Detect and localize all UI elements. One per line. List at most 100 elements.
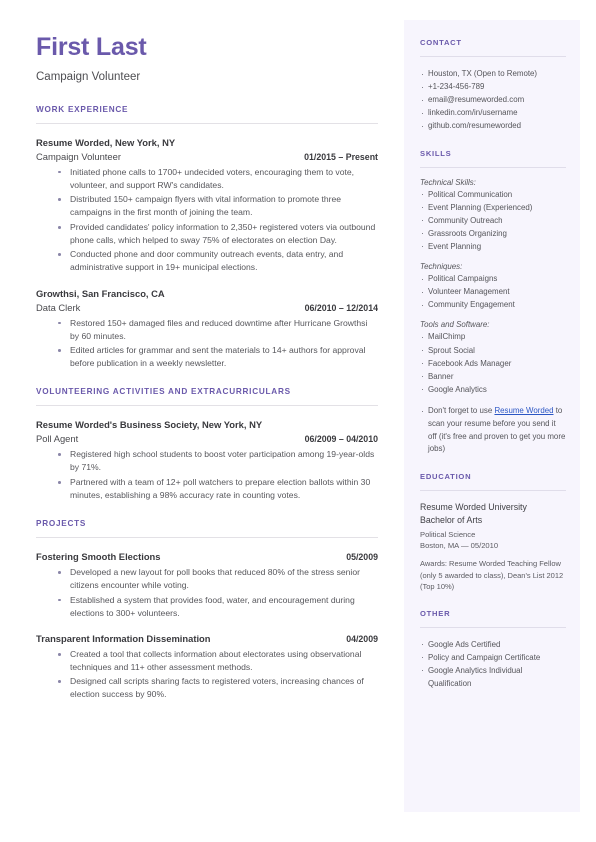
contact-item: Houston, TX (Open to Remote)	[420, 66, 566, 81]
education-location: Boston, MA — 05/2010	[420, 541, 499, 551]
contact-item: +1-234-456-789	[420, 80, 566, 95]
skills-group: Tools and Software:MailChimpSprout Socia…	[420, 320, 566, 397]
bullet-item: Partnered with a team of 12+ poll watche…	[58, 476, 378, 502]
other-item: Google Analytics Individual Qualificatio…	[420, 663, 566, 690]
skill-item: Community Engagement	[420, 298, 566, 313]
resume-entry: Fostering Smooth Elections 05/2009 Develop…	[36, 551, 378, 620]
education-section: EDUCATION Resume Worded University Bache…	[420, 472, 566, 592]
entry-organization: Resume Worded's Business Society, New Yo…	[36, 419, 263, 431]
resume-entry: Transparent Information Dissemination 04/…	[36, 633, 378, 702]
bullet-item: Conducted phone and door community outre…	[58, 248, 378, 274]
entry-title: Campaign Volunteer	[36, 150, 121, 162]
entry-organization: Resume Worded, New York, NY	[36, 136, 176, 148]
entry-header-row: Data Clerk 06/2010 – 12/2014	[36, 302, 378, 313]
skills-group-label: Tools and Software:	[420, 320, 490, 330]
entry-date: 01/2015 – Present	[304, 151, 378, 162]
skills-group-label: Technical Skills:	[420, 177, 476, 187]
skills-heading: SKILLS	[420, 148, 452, 158]
divider	[420, 166, 566, 168]
promo-before: Don't forget to use	[428, 405, 495, 415]
skills-group: Technical Skills:Political Communication…	[420, 177, 566, 255]
resume-entry: Resume Worded, New York, NY Campaign Volu…	[36, 137, 378, 275]
education-awards: Awards: Resume Worded Teaching Fellow (o…	[420, 559, 564, 592]
bullet-item: Created a tool that collects information…	[58, 648, 378, 674]
resume-entry: Growthsi, San Francisco, CA Data Clerk 06/…	[36, 288, 378, 371]
skills-groups: Technical Skills:Political Communication…	[420, 177, 566, 398]
contact-list: Houston, TX (Open to Remote)+1-234-456-7…	[420, 66, 566, 134]
skill-item: Banner	[420, 369, 566, 384]
other-heading: OTHER	[420, 608, 451, 618]
divider	[420, 490, 566, 492]
resume-page: First Last Campaign Volunteer WORK EXPER…	[0, 0, 596, 842]
skill-item: Volunteer Management	[420, 285, 566, 300]
contact-section: CONTACT Houston, TX (Open to Remote)+1-2…	[420, 38, 566, 134]
candidate-name: First Last	[36, 33, 147, 61]
skills-group: Techniques:Political CampaignsVolunteer …	[420, 262, 566, 313]
other-item: Google Ads Certified	[420, 637, 566, 652]
entry-bullet-list: Restored 150+ damaged files and reduced …	[36, 317, 378, 371]
bullet-item: Restored 150+ damaged files and reduced …	[58, 317, 378, 343]
other-section: OTHER Google Ads CertifiedPolicy and Cam…	[420, 609, 566, 690]
entry-date: 06/2009 – 04/2010	[304, 434, 378, 445]
entry-bullet-list: Registered high school students to boost…	[36, 448, 378, 502]
skill-item: Facebook Ads Manager	[420, 356, 566, 371]
contact-item: linkedin.com/in/username	[420, 106, 566, 121]
bullet-item: Distributed 150+ campaign flyers with vi…	[58, 193, 378, 219]
education-school: Resume Worded University	[420, 502, 527, 513]
skill-item: Grassroots Organizing	[420, 226, 566, 241]
skill-item: Event Planning (Experienced)	[420, 200, 566, 215]
resume-entry: Resume Worded's Business Society, New Yo…	[36, 419, 378, 502]
entry-organization: Growthsi, San Francisco, CA	[36, 287, 165, 299]
skill-item: Sprout Social	[420, 343, 566, 358]
entry-header-row: Transparent Information Dissemination 04/…	[36, 633, 378, 644]
entry-date: 04/2009	[346, 633, 378, 644]
skills-list: Political CommunicationEvent Planning (E…	[420, 187, 566, 255]
entry-title: Data Clerk	[36, 301, 81, 313]
contact-item: email@resumeworded.com	[420, 93, 566, 108]
main-sections: WORK EXPERIENCE Resume Worded, New York, …	[36, 105, 378, 702]
section-heading: PROJECTS	[36, 519, 87, 528]
divider	[420, 56, 566, 57]
skills-section: SKILLS Technical Skills:Political Commun…	[420, 149, 566, 457]
resume-section: WORK EXPERIENCE Resume Worded, New York, …	[36, 105, 378, 371]
promo-note: Don't forget to use Resume Worded to sca…	[420, 404, 566, 456]
entry-title: Fostering Smooth Elections	[36, 551, 161, 562]
bullet-item: Provided candidates' policy information …	[58, 221, 378, 247]
divider	[36, 405, 378, 407]
section-heading: VOLUNTEERING ACTIVITIES AND EXTRACURRICU…	[36, 387, 291, 397]
education-degree: Bachelor of Arts	[420, 514, 483, 525]
entry-header-row: Poll Agent 06/2009 – 04/2010	[36, 433, 378, 444]
contact-item: github.com/resumeworded	[420, 119, 566, 134]
entry-bullet-list: Initiated phone calls to 1700+ undecided…	[36, 166, 378, 275]
resume-worded-link[interactable]: Resume Worded	[494, 406, 553, 415]
divider	[36, 537, 378, 538]
entry-header-row: Fostering Smooth Elections 05/2009	[36, 551, 378, 562]
skill-item: Event Planning	[420, 239, 566, 254]
bullet-item: Initiated phone calls to 1700+ undecided…	[58, 166, 378, 192]
skill-item: MailChimp	[420, 330, 566, 345]
bullet-item: Established a system that provides food,…	[58, 594, 378, 620]
skill-item: Community Outreach	[420, 213, 566, 228]
divider	[420, 626, 566, 628]
bullet-item: Registered high school students to boost…	[58, 448, 378, 474]
skill-item: Google Analytics	[420, 382, 566, 397]
education-heading: EDUCATION	[420, 472, 472, 482]
main-column: First Last Campaign Volunteer WORK EXPER…	[36, 33, 378, 719]
bullet-item: Developed a new layout for poll books th…	[58, 566, 378, 592]
contact-heading: CONTACT	[420, 38, 462, 47]
divider	[36, 122, 378, 124]
skill-item: Political Campaigns	[420, 272, 566, 287]
entry-bullet-list: Created a tool that collects information…	[36, 648, 378, 702]
resume-section: PROJECTS Fostering Smooth Elections 05/200…	[36, 519, 378, 702]
candidate-subtitle: Campaign Volunteer	[36, 70, 141, 83]
skills-list: Political CampaignsVolunteer ManagementC…	[420, 272, 566, 313]
skills-group-label: Techniques:	[420, 262, 463, 272]
resume-section: VOLUNTEERING ACTIVITIES AND EXTRACURRICU…	[36, 387, 378, 502]
sidebar: CONTACT Houston, TX (Open to Remote)+1-2…	[404, 20, 580, 812]
skill-item: Political Communication	[420, 187, 566, 202]
other-list: Google Ads CertifiedPolicy and Campaign …	[420, 637, 566, 690]
entry-bullet-list: Developed a new layout for poll books th…	[36, 566, 378, 620]
section-heading: WORK EXPERIENCE	[36, 104, 129, 114]
entry-date: 05/2009	[346, 552, 378, 562]
entry-title: Transparent Information Dissemination	[36, 632, 211, 644]
